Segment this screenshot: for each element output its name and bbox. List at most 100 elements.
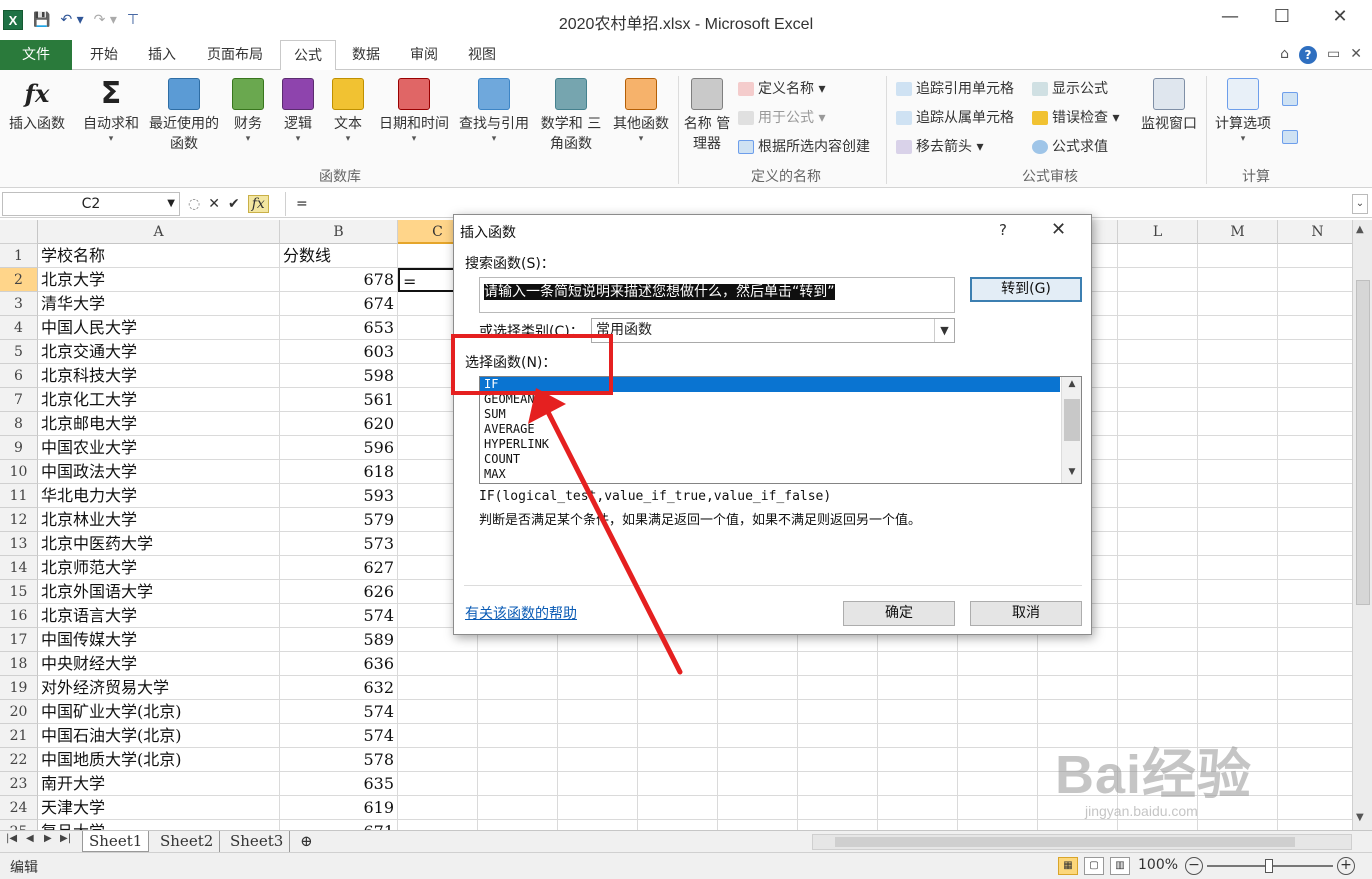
cell[interactable] [478, 676, 558, 700]
ribbon-collapse-icon[interactable]: ⌂ [1280, 46, 1289, 64]
cell-score[interactable]: 627 [280, 556, 398, 580]
restore-window-icon[interactable]: ▭ [1327, 46, 1340, 64]
row-header[interactable]: 1 [0, 244, 38, 268]
cell[interactable] [798, 772, 878, 796]
zoom-knob[interactable] [1265, 859, 1273, 873]
cell[interactable] [1118, 604, 1198, 628]
cell[interactable] [1278, 460, 1352, 484]
cancel-button[interactable]: 取消 [970, 601, 1082, 626]
insert-function-button[interactable]: fx 插入函数 [4, 78, 70, 134]
cell[interactable] [1198, 820, 1278, 830]
row-header[interactable]: 2 [0, 268, 38, 292]
cell[interactable] [958, 652, 1038, 676]
scroll-up-icon[interactable]: ▲ [1062, 379, 1082, 389]
more-functions-button[interactable]: 其他函数 ▾ [608, 78, 674, 144]
page-break-view-icon[interactable]: ▥ [1110, 857, 1130, 875]
chevron-down-icon[interactable]: ▼ [934, 319, 954, 342]
sheet-tab-sheet2[interactable]: Sheet2 [154, 831, 221, 852]
cell-school-name[interactable]: 北京交通大学 [38, 340, 280, 364]
select-all-corner[interactable] [0, 220, 38, 244]
ok-button[interactable]: 确定 [843, 601, 955, 626]
cell[interactable] [718, 820, 798, 830]
cell[interactable] [958, 796, 1038, 820]
cell[interactable] [798, 724, 878, 748]
cell[interactable] [1278, 604, 1352, 628]
cell[interactable] [638, 772, 718, 796]
cell[interactable] [638, 748, 718, 772]
cell-score[interactable]: 574 [280, 724, 398, 748]
cell-school-name[interactable]: 北京中医药大学 [38, 532, 280, 556]
cell[interactable] [878, 652, 958, 676]
cell[interactable] [958, 724, 1038, 748]
cell[interactable] [1198, 364, 1278, 388]
horizontal-scrollbar[interactable] [812, 834, 1352, 850]
cell[interactable] [398, 652, 478, 676]
tab-page-layout[interactable]: 页面布局 [194, 40, 276, 70]
cell[interactable] [1118, 412, 1198, 436]
cell-school-name[interactable]: 北京林业大学 [38, 508, 280, 532]
row-header[interactable]: 24 [0, 796, 38, 820]
column-header-n[interactable]: N [1278, 220, 1352, 244]
row-header[interactable]: 20 [0, 700, 38, 724]
go-button[interactable]: 转到(G) [970, 277, 1082, 302]
cell[interactable] [718, 796, 798, 820]
cell[interactable] [878, 772, 958, 796]
cell[interactable] [1118, 388, 1198, 412]
logical-button[interactable]: 逻辑 ▾ [276, 78, 320, 144]
cell[interactable] [1118, 484, 1198, 508]
help-icon[interactable]: ? [1299, 46, 1318, 64]
cell[interactable] [1118, 460, 1198, 484]
cell[interactable] [1278, 580, 1352, 604]
cell[interactable] [1198, 436, 1278, 460]
row-header[interactable]: 13 [0, 532, 38, 556]
cell[interactable] [638, 796, 718, 820]
cell[interactable] [878, 676, 958, 700]
cell-school-name[interactable]: 华北电力大学 [38, 484, 280, 508]
scroll-thumb[interactable] [835, 837, 1295, 847]
maximize-button[interactable]: ☐ [1262, 6, 1302, 27]
scroll-down-icon[interactable]: ▼ [1062, 467, 1082, 477]
date-time-button[interactable]: 日期和时间 ▾ [374, 78, 454, 144]
cell[interactable] [878, 796, 958, 820]
cell[interactable] [1278, 316, 1352, 340]
recently-used-button[interactable]: 最近使用的 函数 [144, 78, 224, 154]
cell[interactable] [718, 700, 798, 724]
row-header[interactable]: 16 [0, 604, 38, 628]
cell-score[interactable]: 593 [280, 484, 398, 508]
cell[interactable] [958, 700, 1038, 724]
cell[interactable] [1278, 292, 1352, 316]
cell-score[interactable]: 674 [280, 292, 398, 316]
cell[interactable] [1118, 532, 1198, 556]
row-header[interactable]: 3 [0, 292, 38, 316]
trace-dependents-button[interactable]: 追踪从属单元格 [896, 107, 1014, 129]
cell[interactable] [558, 652, 638, 676]
cell[interactable] [878, 700, 958, 724]
row-header[interactable]: 7 [0, 388, 38, 412]
scroll-thumb[interactable] [1356, 280, 1370, 605]
cell[interactable] [878, 748, 958, 772]
cell[interactable] [1118, 580, 1198, 604]
cell[interactable] [1278, 628, 1352, 652]
close-workbook-icon[interactable]: ✕ [1350, 46, 1362, 64]
cell-school-name[interactable]: 中央财经大学 [38, 652, 280, 676]
cell[interactable] [958, 748, 1038, 772]
cell-school-name[interactable]: 中国政法大学 [38, 460, 280, 484]
show-formulas-button[interactable]: 显示公式 [1032, 78, 1108, 100]
evaluate-formula-button[interactable]: 公式求值 [1032, 136, 1108, 158]
cell-school-name[interactable]: 北京大学 [38, 268, 280, 292]
tab-view[interactable]: 视图 [454, 40, 510, 70]
cell[interactable] [1118, 340, 1198, 364]
cell[interactable] [1118, 244, 1198, 268]
row-header[interactable]: 6 [0, 364, 38, 388]
cell-score[interactable]: 579 [280, 508, 398, 532]
cell[interactable] [1278, 676, 1352, 700]
remove-arrows-button[interactable]: 移去箭头 ▾ [896, 136, 983, 158]
cell[interactable] [958, 772, 1038, 796]
cell-school-name[interactable]: 中国地质大学(北京) [38, 748, 280, 772]
cell-score[interactable]: 598 [280, 364, 398, 388]
cell[interactable] [798, 700, 878, 724]
tab-review[interactable]: 审阅 [396, 40, 452, 70]
cell[interactable] [958, 820, 1038, 830]
cell-score[interactable]: 678 [280, 268, 398, 292]
cell[interactable] [558, 724, 638, 748]
